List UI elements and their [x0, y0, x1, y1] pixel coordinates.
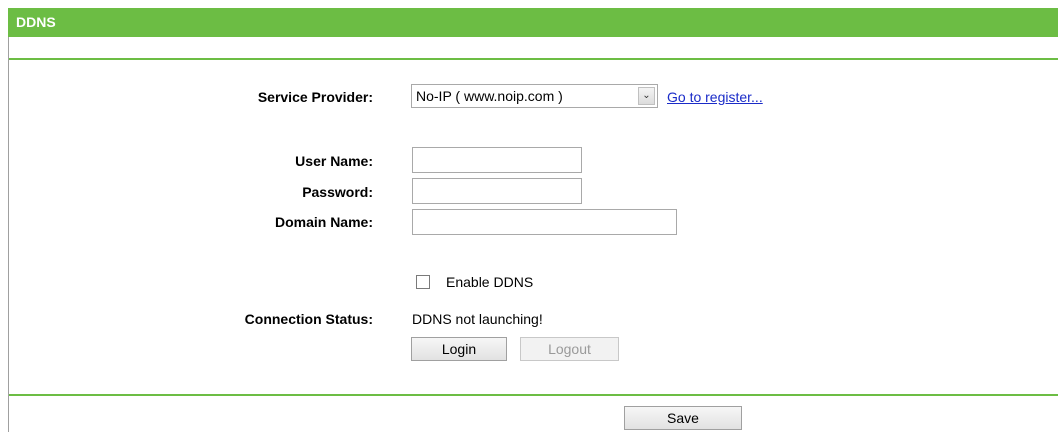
page-title: DDNS — [16, 14, 56, 30]
page-title-bar: DDNS — [8, 8, 1058, 37]
top-divider — [9, 58, 1058, 60]
enable-ddns-checkbox[interactable] — [416, 275, 430, 289]
user-name-label: User Name: — [295, 153, 373, 169]
go-to-register-link[interactable]: Go to register... — [667, 89, 763, 105]
logout-button[interactable]: Logout — [520, 337, 619, 361]
service-provider-label: Service Provider: — [257, 89, 373, 105]
password-label: Password: — [302, 184, 373, 200]
domain-name-label: Domain Name: — [274, 214, 373, 230]
password-input[interactable] — [412, 178, 582, 204]
connection-status-value: DDNS not launching! — [412, 311, 543, 327]
bottom-divider — [9, 394, 1058, 396]
chevron-down-icon[interactable]: ⌄ — [638, 87, 655, 105]
service-provider-selected: No-IP ( www.noip.com ) — [416, 88, 563, 104]
user-name-input[interactable] — [412, 147, 582, 173]
save-button[interactable]: Save — [624, 406, 742, 430]
domain-name-input[interactable] — [412, 209, 677, 235]
connection-status-label: Connection Status: — [244, 311, 373, 327]
login-button[interactable]: Login — [411, 337, 507, 361]
service-provider-select[interactable]: No-IP ( www.noip.com ) ⌄ — [411, 84, 658, 108]
enable-ddns-label[interactable]: Enable DDNS — [446, 274, 533, 290]
